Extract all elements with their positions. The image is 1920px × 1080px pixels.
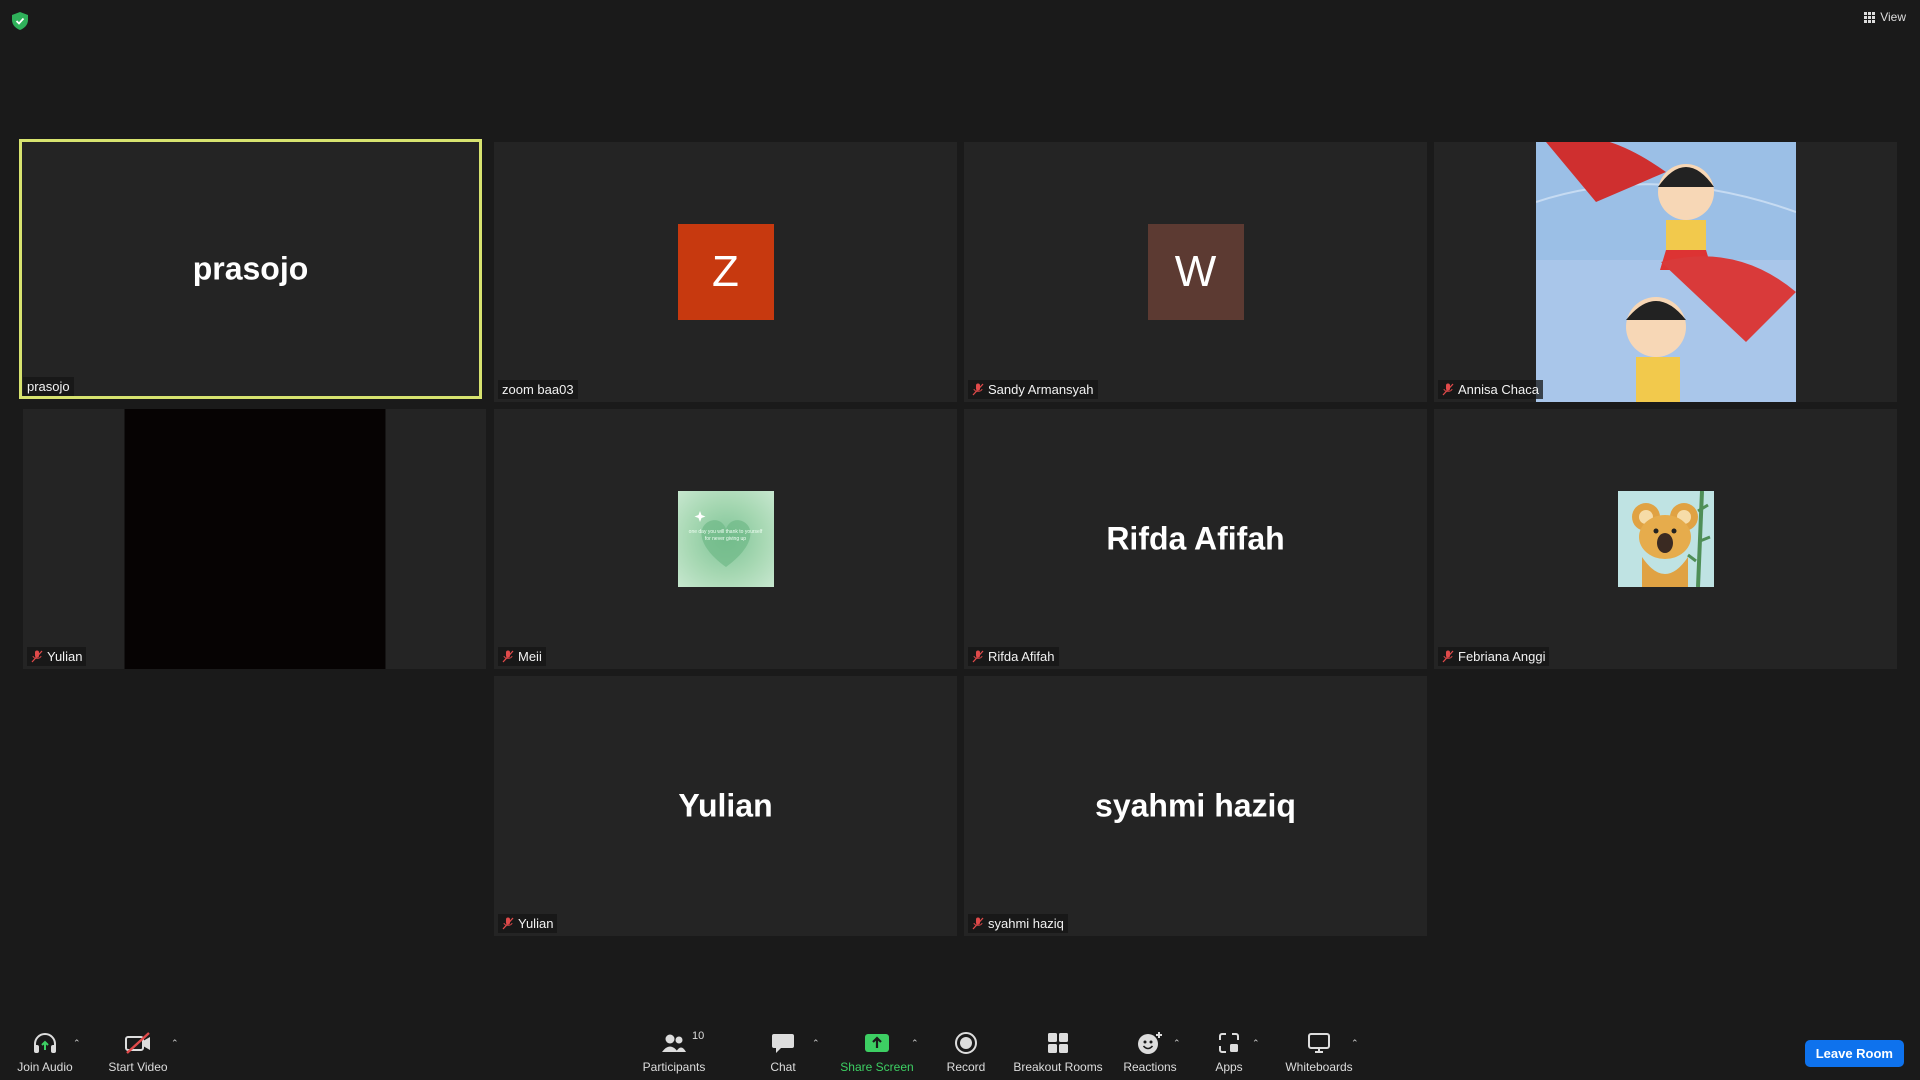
participant-name: Febriana Anggi xyxy=(1458,649,1546,664)
chat-icon xyxy=(772,1034,794,1053)
muted-mic-icon xyxy=(1442,383,1454,396)
profile-picture-koala xyxy=(1617,491,1714,587)
share-screen-label: Share Screen xyxy=(840,1060,914,1074)
picture-caption: one day you will thank to yourself for n… xyxy=(688,529,763,542)
participants-button[interactable]: 10 Participants xyxy=(640,1020,708,1080)
reactions-label: Reactions xyxy=(1123,1060,1177,1074)
video-tile-yulian-camera[interactable]: Yulian xyxy=(23,409,486,669)
audio-options-chevron-icon[interactable]: ⌃ xyxy=(73,1038,83,1048)
participant-name: Yulian xyxy=(518,916,554,931)
avatar: W xyxy=(1147,224,1244,320)
headphones-icon xyxy=(34,1033,56,1053)
camera-feed-dark xyxy=(124,409,385,669)
video-off-icon xyxy=(125,1032,150,1054)
leave-room-button[interactable]: Leave Room xyxy=(1804,1040,1904,1067)
reactions-icon xyxy=(1138,1032,1162,1054)
muted-mic-icon xyxy=(502,917,514,930)
participant-name-label: syahmi haziq xyxy=(968,914,1068,933)
share-screen-button[interactable]: Share Screen xyxy=(836,1020,918,1080)
reactions-button[interactable]: Reactions xyxy=(1121,1020,1179,1080)
participant-display-name: prasojo xyxy=(192,250,309,287)
participants-count: 10 xyxy=(692,1030,705,1042)
participant-name-label: Yulian xyxy=(27,647,87,666)
breakout-rooms-label: Breakout Rooms xyxy=(1013,1060,1103,1074)
share-options-chevron-icon[interactable]: ⌃ xyxy=(911,1038,921,1048)
participant-name: Sandy Armansyah xyxy=(988,382,1094,397)
view-button[interactable]: View xyxy=(1864,10,1906,24)
apps-label: Apps xyxy=(1215,1060,1243,1074)
participant-name-label: Meii xyxy=(498,647,546,666)
whiteboard-icon xyxy=(1308,1033,1330,1053)
participant-name: prasojo xyxy=(27,379,70,394)
video-tile-sandy-armansyah[interactable]: W Sandy Armansyah xyxy=(964,142,1427,402)
participants-icon xyxy=(662,1034,686,1052)
video-tile-rifda-afifah[interactable]: Rifda Afifah Rifda Afifah xyxy=(964,409,1427,669)
chat-options-chevron-icon[interactable]: ⌃ xyxy=(812,1038,822,1048)
whiteboards-options-chevron-icon[interactable]: ⌃ xyxy=(1351,1038,1361,1048)
muted-mic-icon xyxy=(972,383,984,396)
share-screen-icon xyxy=(865,1034,889,1052)
participant-name: Meii xyxy=(518,649,542,664)
video-tile-yulian[interactable]: Yulian Yulian xyxy=(494,676,957,936)
chat-label: Chat xyxy=(770,1060,796,1074)
whiteboards-label: Whiteboards xyxy=(1285,1060,1353,1074)
participant-display-name: Yulian xyxy=(678,787,773,824)
participant-name: syahmi haziq xyxy=(988,916,1064,931)
breakout-rooms-button[interactable]: Breakout Rooms xyxy=(1012,1020,1104,1080)
video-tile-zoom-baa03[interactable]: Z zoom baa03 xyxy=(494,142,957,402)
participant-name: Yulian xyxy=(47,649,83,664)
view-label: View xyxy=(1880,10,1906,24)
participant-name-label: Annisa Chaca xyxy=(1438,380,1543,399)
participant-name-label: zoom baa03 xyxy=(498,380,578,399)
join-audio-button[interactable]: Join Audio xyxy=(12,1020,78,1080)
video-tile-febriana-anggi[interactable]: Febriana Anggi xyxy=(1434,409,1897,669)
meeting-toolbar: Join Audio ⌃ Start Video ⌃ 10 Participan… xyxy=(0,1020,1920,1080)
reactions-options-chevron-icon[interactable]: ⌃ xyxy=(1173,1038,1183,1048)
join-audio-label: Join Audio xyxy=(17,1060,73,1074)
video-tile-annisa-chaca[interactable]: Annisa Chaca xyxy=(1434,142,1897,402)
start-video-button[interactable]: Start Video xyxy=(104,1020,172,1080)
video-tile-meii[interactable]: one day you will thank to yourself for n… xyxy=(494,409,957,669)
video-tile-prasojo[interactable]: prasojo prasojo xyxy=(19,139,482,399)
profile-picture-green-heart: one day you will thank to yourself for n… xyxy=(677,491,774,587)
participant-name-label: Sandy Armansyah xyxy=(968,380,1098,399)
participant-name-label: prasojo xyxy=(23,377,74,396)
muted-mic-icon xyxy=(31,650,43,663)
participant-name: Rifda Afifah xyxy=(988,649,1055,664)
record-icon xyxy=(955,1032,977,1054)
apps-button[interactable]: Apps xyxy=(1208,1020,1250,1080)
start-video-label: Start Video xyxy=(108,1060,168,1074)
shield-icon[interactable] xyxy=(12,12,28,30)
grid-icon xyxy=(1864,11,1876,23)
participant-name: Annisa Chaca xyxy=(1458,382,1539,397)
muted-mic-icon xyxy=(972,650,984,663)
participant-name-label: Yulian xyxy=(498,914,558,933)
apps-icon xyxy=(1219,1033,1239,1053)
participant-name-label: Rifda Afifah xyxy=(968,647,1059,666)
muted-mic-icon xyxy=(972,917,984,930)
breakout-rooms-icon xyxy=(1048,1033,1068,1053)
chat-button[interactable]: Chat xyxy=(760,1020,806,1080)
participant-name: zoom baa03 xyxy=(502,382,574,397)
muted-mic-icon xyxy=(502,650,514,663)
whiteboards-button[interactable]: Whiteboards xyxy=(1280,1020,1358,1080)
video-options-chevron-icon[interactable]: ⌃ xyxy=(171,1038,181,1048)
participants-label: Participants xyxy=(642,1060,706,1074)
profile-picture-cartoon-umbrella xyxy=(1535,142,1796,402)
muted-mic-icon xyxy=(1442,650,1454,663)
apps-options-chevron-icon[interactable]: ⌃ xyxy=(1252,1038,1262,1048)
avatar: Z xyxy=(677,224,774,320)
participant-name-label: Febriana Anggi xyxy=(1438,647,1550,666)
participant-display-name: syahmi haziq xyxy=(1095,787,1296,824)
participant-display-name: Rifda Afifah xyxy=(1106,520,1285,557)
video-tile-syahmi-haziq[interactable]: syahmi haziq syahmi haziq xyxy=(964,676,1427,936)
record-button[interactable]: Record xyxy=(940,1020,992,1080)
record-label: Record xyxy=(946,1060,986,1074)
